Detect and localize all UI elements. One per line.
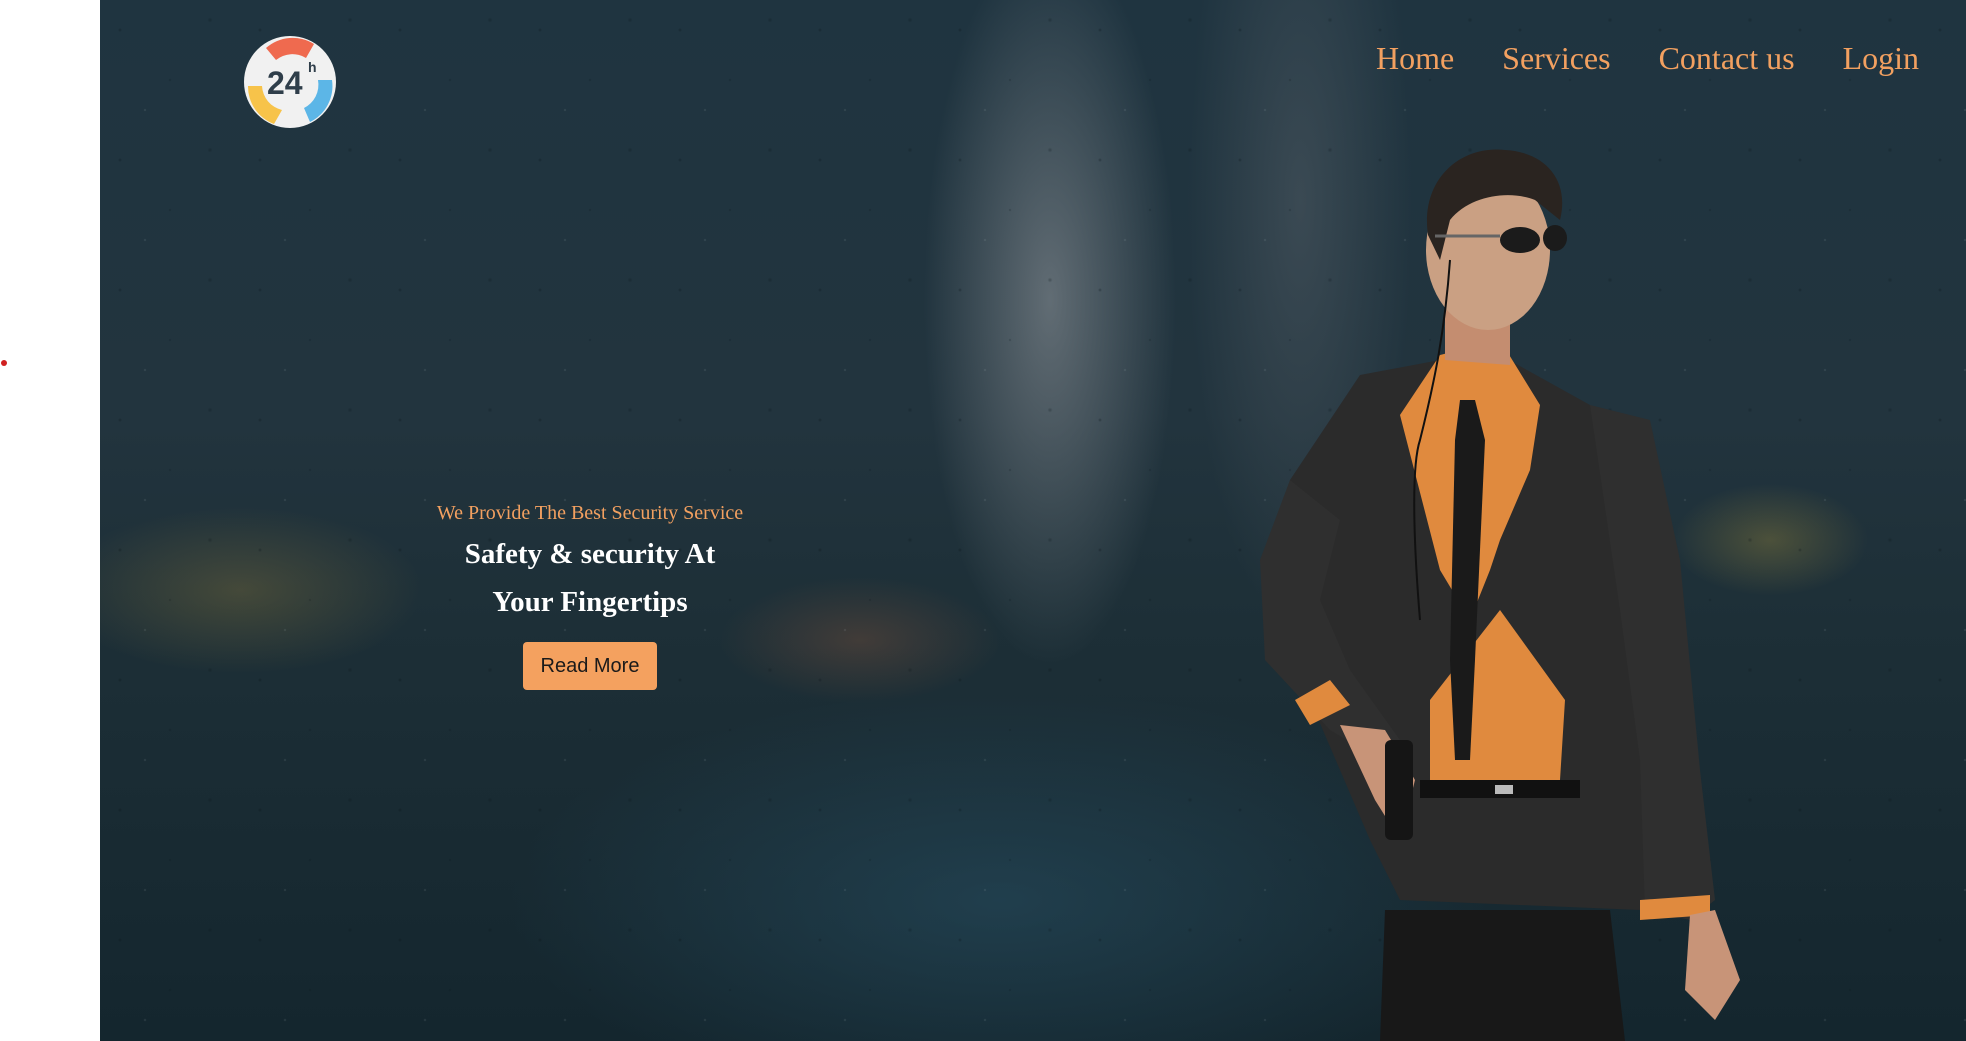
nav-services-link[interactable]: Services <box>1502 38 1610 78</box>
nav-home-link[interactable]: Home <box>1376 38 1454 78</box>
main-nav: Home Services Contact us Login <box>1376 38 1919 78</box>
hero-text-block: We Provide The Best Security Service Saf… <box>390 500 790 690</box>
hero-tagline: We Provide The Best Security Service <box>436 502 744 524</box>
security-guard-image <box>1260 149 1740 1041</box>
stray-dot <box>1 360 7 366</box>
hero-headline-line1: Safety & security At <box>464 538 716 570</box>
hero-headline-line2: Your Fingertips <box>492 586 688 618</box>
logo-text: 24 <box>267 65 303 101</box>
logo[interactable]: 24 h <box>236 28 344 136</box>
nav-contact-link[interactable]: Contact us <box>1659 38 1795 78</box>
nav-login-link[interactable]: Login <box>1843 38 1919 78</box>
landing-page: 24 h Home Services Contact us Login We P… <box>0 0 1966 1041</box>
hero-section: 24 h Home Services Contact us Login We P… <box>100 0 1966 1041</box>
read-more-button[interactable]: Read More <box>522 642 658 690</box>
logo-superscript: h <box>308 59 317 75</box>
logo-24h-icon: 24 h <box>244 36 336 128</box>
